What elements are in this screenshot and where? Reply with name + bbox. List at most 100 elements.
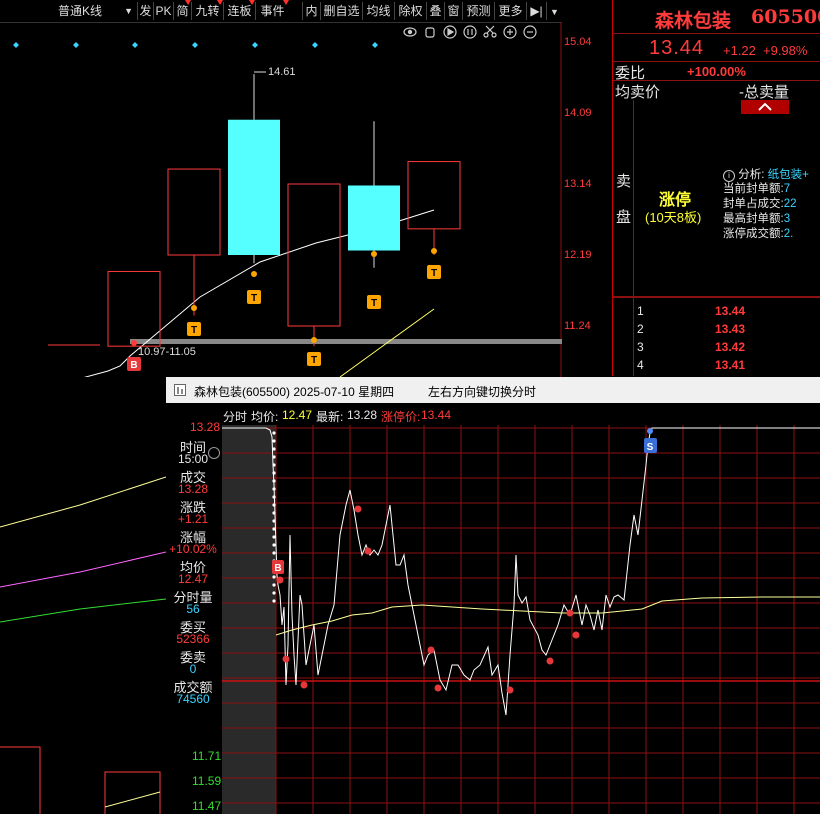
toolbar-more-dropdown[interactable]: ▼	[546, 2, 562, 20]
toolbar-button-9[interactable]: 除权	[394, 2, 426, 20]
stock-price: 13.44	[649, 37, 705, 59]
collapse-button[interactable]	[741, 100, 789, 114]
analysis-value[interactable]: 纸包装+	[768, 169, 809, 181]
analysis-row-label: 涨停成交额:	[723, 228, 784, 240]
toolbar-button-0[interactable]: 发	[137, 2, 153, 20]
toolbar-button-13[interactable]: 更多	[494, 2, 526, 20]
arrow-right-icon: ▶|	[530, 4, 543, 18]
signal-dot	[427, 646, 435, 654]
t-mark-icon: T	[427, 265, 441, 279]
analysis-row-value: 3	[783, 213, 791, 225]
toolbar-button-label: 预测	[466, 4, 491, 18]
b-mark-icon: B	[272, 560, 284, 574]
chart-type-dropdown[interactable]: 普通K线 ▼	[0, 2, 136, 20]
stock-change: +1.22	[723, 43, 756, 58]
buy-level-price[interactable]: 13.43	[715, 322, 745, 336]
kline-chart[interactable]: T T T T T B	[0, 22, 612, 377]
signal-dot	[506, 686, 514, 694]
t-mark-icon: T	[247, 290, 261, 304]
toolbar-button-11[interactable]: 窗	[444, 2, 462, 20]
tick-dot	[272, 551, 276, 555]
total-sell-label: -总卖量	[739, 84, 789, 101]
toolbar-button-label: 更多	[498, 4, 523, 18]
candle	[228, 74, 280, 264]
sell-dot	[647, 428, 653, 434]
signal-dot	[300, 681, 308, 689]
tick-dot	[272, 519, 276, 523]
toolbar-button-label: 删自选	[323, 4, 360, 18]
signal-dot	[354, 505, 362, 513]
tick-dot	[272, 455, 276, 459]
svg-text:B: B	[274, 563, 281, 574]
price-line	[222, 427, 820, 716]
buy-level-price[interactable]: 13.41	[715, 358, 745, 372]
analysis-row-label: 最高封单额:	[723, 213, 784, 225]
toolbar-button-7[interactable]: 删自选	[320, 2, 362, 20]
price-axis-label: 13.14	[564, 178, 592, 190]
stock-code: 605500	[751, 6, 820, 28]
intraday-window[interactable]: 森林包装(605500) 2025-07-10 星期四 左右方向键切换分时 分时…	[166, 377, 820, 814]
analysis-row: 封单占成交:22	[723, 197, 820, 212]
event-diamond-icon	[13, 42, 19, 48]
svg-text:T: T	[431, 268, 437, 279]
toolbar-button-12[interactable]: 预测	[462, 2, 494, 20]
chevron-down-icon: ▼	[550, 7, 559, 17]
price-axis-label: 11.24	[564, 320, 591, 332]
pre-open-band	[222, 425, 276, 814]
signal-dot	[364, 547, 372, 555]
tick-dot	[272, 511, 276, 515]
price-axis-label: 14.09	[564, 107, 592, 119]
tick-dot	[272, 439, 276, 443]
avg-price-value: 12.47	[282, 408, 313, 422]
expand-right-button[interactable]: ▶|	[526, 2, 546, 20]
intraday-title: 森林包装(605500) 2025-07-10 星期四	[194, 385, 395, 399]
toolbar-button-label: 事件	[260, 4, 285, 18]
buy-level-price[interactable]: 13.42	[715, 340, 745, 354]
event-diamond-icon	[372, 42, 378, 48]
trade-dot	[311, 337, 317, 343]
t-mark-icon: T	[187, 322, 201, 336]
intraday-hint: 左右方向键切换分时	[428, 385, 537, 399]
info-value: 56	[186, 602, 200, 616]
svg-text:T: T	[371, 298, 377, 309]
analysis-row-value: 7	[783, 183, 791, 195]
trade-dot	[251, 271, 257, 277]
svg-text:T: T	[251, 293, 257, 304]
intraday-titlebar[interactable]: 森林包装(605500) 2025-07-10 星期四 左右方向键切换分时	[166, 377, 820, 403]
quote-panel: 森林包装 605500 13.44 +1.22 +9.98% 委比 +100.0…	[612, 0, 820, 376]
toolbar-button-label: 叠	[429, 4, 442, 18]
signal-dot	[282, 655, 290, 663]
toolbar-button-label: 发	[139, 4, 152, 18]
info-value: 52366	[176, 632, 210, 646]
tick-dot	[272, 471, 276, 475]
avg-sell-label: 均卖价	[615, 84, 661, 101]
toolbar-button-6[interactable]: 内	[302, 2, 320, 20]
analysis-row-label: 封单占成交:	[723, 198, 784, 210]
trade-dot	[431, 248, 437, 254]
app-icon	[174, 384, 186, 396]
tick-dot	[272, 599, 276, 603]
stock-pct: +9.98%	[763, 43, 808, 58]
last-price-value: 13.28	[347, 408, 378, 422]
buy-level-number: 2	[637, 322, 644, 336]
gear-icon[interactable]	[208, 447, 220, 459]
tick-dot	[272, 591, 276, 595]
bottom-price-label: 11.71	[192, 749, 222, 763]
sell-col-divider	[633, 100, 634, 296]
toolbar-button-label: 内	[305, 4, 318, 18]
toolbar-button-8[interactable]: 均线	[362, 2, 394, 20]
toolbar-button-label: 除权	[398, 4, 423, 18]
toolbar-button-10[interactable]: 叠	[426, 2, 444, 20]
chevron-up-icon	[758, 102, 772, 111]
candle	[167, 168, 221, 316]
toolbar-button-1[interactable]: PK	[153, 2, 173, 20]
toolbar-button-label: PK	[155, 4, 172, 18]
tick-dot	[272, 535, 276, 539]
trade-dot	[191, 305, 197, 311]
svg-text:T: T	[191, 325, 197, 336]
analysis-row: 涨停成交额:2.	[723, 227, 820, 242]
buy-level-price[interactable]: 13.44	[715, 304, 745, 318]
intraday-chart[interactable]: BS	[222, 425, 820, 814]
sub-label[interactable]: 分时	[223, 408, 247, 425]
lower-left-chart	[0, 476, 166, 814]
